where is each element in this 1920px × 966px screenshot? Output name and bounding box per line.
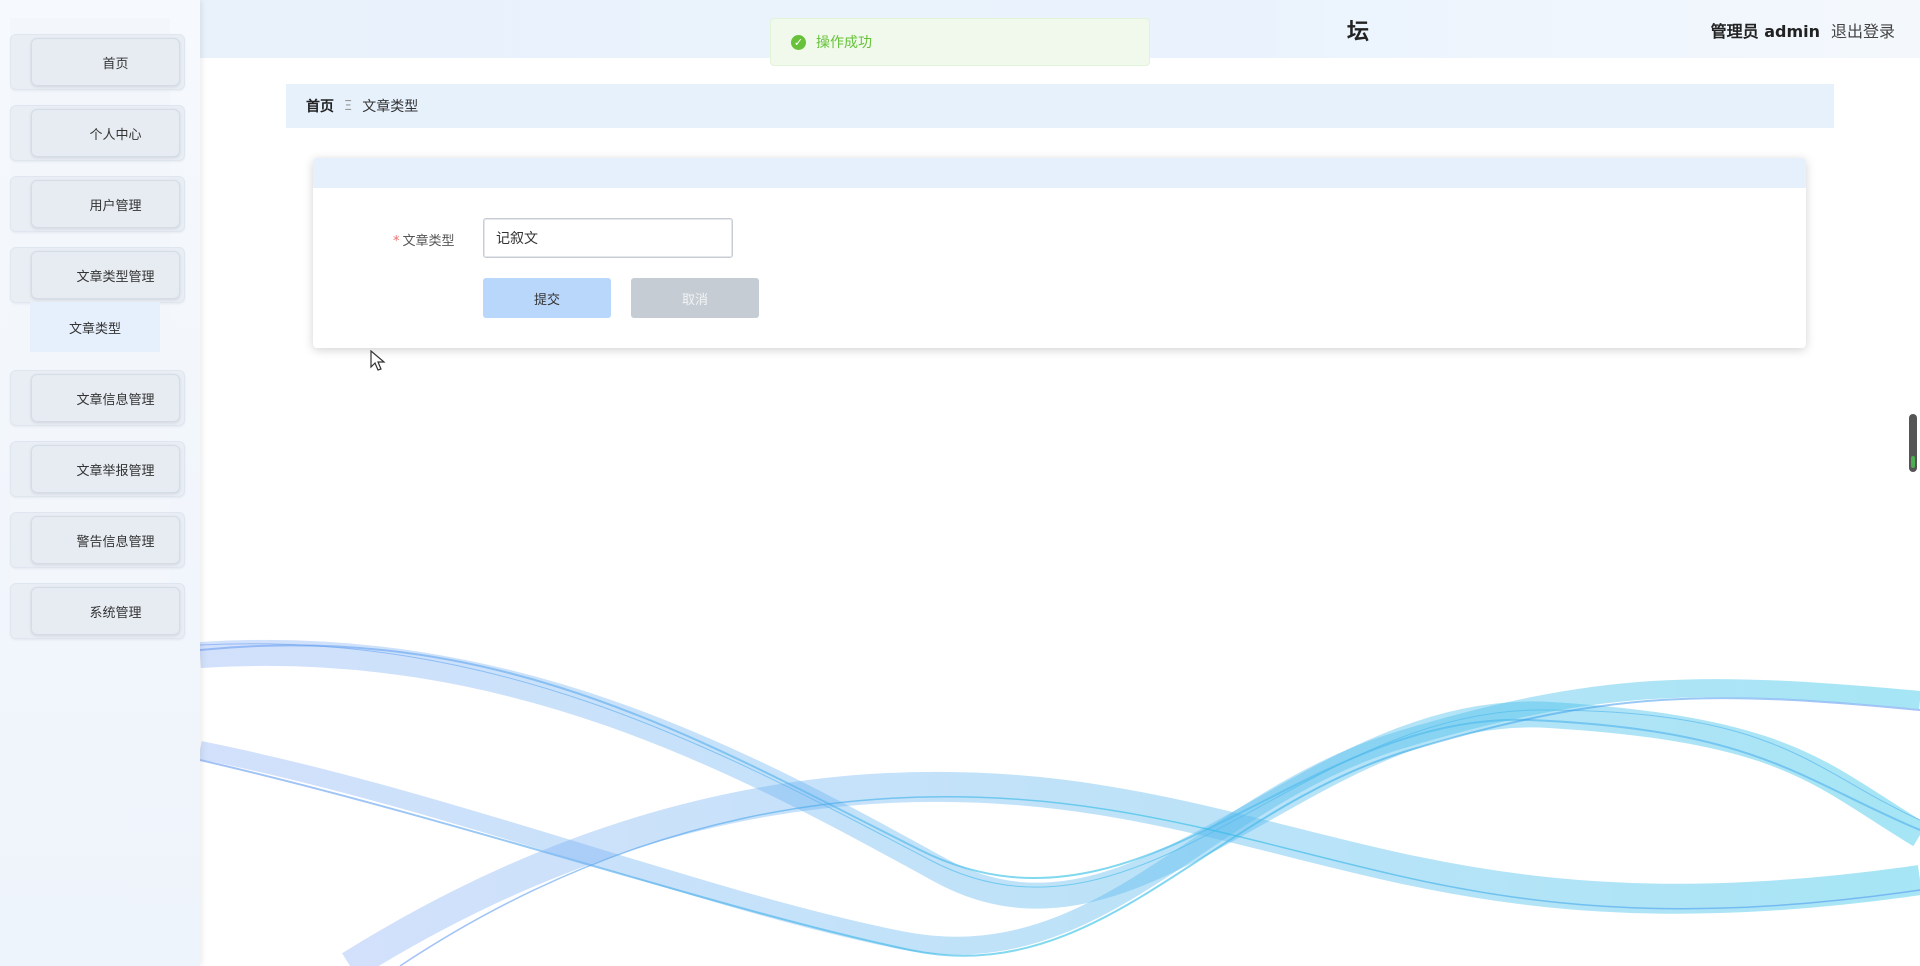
sidebar-item-user-management[interactable]: 用户管理	[10, 176, 185, 232]
mouse-pointer-icon	[370, 350, 386, 371]
sidebar-item-label: 警告信息管理	[76, 534, 155, 550]
sidebar-subitem-article-type[interactable]: 文章类型	[30, 302, 160, 352]
breadcrumb: 首页 Ξ 文章类型	[286, 84, 1834, 128]
scrollbar-thumb[interactable]	[1909, 414, 1917, 472]
submit-button[interactable]: 提交	[483, 278, 611, 318]
sidebar-item-label: 文章举报管理	[76, 463, 155, 479]
sidebar-item-warning-info-management[interactable]: 警告信息管理	[10, 512, 185, 568]
article-type-input[interactable]	[483, 218, 733, 258]
sidebar-item-article-type-management[interactable]: 文章类型管理	[10, 247, 185, 303]
background-waves	[200, 639, 1920, 966]
check-circle-icon: ✓	[791, 34, 806, 50]
required-mark: *	[393, 234, 400, 249]
breadcrumb-home[interactable]: 首页	[306, 96, 334, 116]
sidebar-item-label: 首页	[102, 56, 129, 72]
article-type-form-card: *文章类型 提交 取消	[313, 158, 1806, 348]
field-label-text: 文章类型	[402, 234, 455, 249]
site-title: 坛	[1347, 20, 1370, 45]
article-type-field-label: * 文章类型	[393, 230, 455, 249]
toast-message: 操作成功	[816, 35, 872, 51]
current-user-label: 管理员 admin	[1710, 22, 1820, 41]
card-header	[313, 158, 1806, 188]
sidebar-item-label: 文章信息管理	[76, 392, 155, 408]
sidebar-item-label: 系统管理	[89, 605, 142, 621]
sidebar-item-article-report-management[interactable]: 文章举报管理	[10, 441, 185, 497]
logout-link[interactable]: 退出登录	[1831, 18, 1895, 42]
sidebar-item-label: 文章类型管理	[76, 269, 155, 285]
success-toast: ✓ 操作成功	[770, 18, 1150, 66]
breadcrumb-separator-icon: Ξ	[344, 98, 353, 114]
sidebar-item-label: 个人中心	[89, 127, 142, 143]
breadcrumb-current: 文章类型	[362, 99, 419, 115]
cancel-button[interactable]: 取消	[631, 278, 759, 318]
sidebar-item-personal-center[interactable]: 个人中心	[10, 105, 185, 161]
sidebar-item-system-management[interactable]: 系统管理	[10, 583, 185, 639]
sidebar-item-article-info-management[interactable]: 文章信息管理	[10, 370, 185, 426]
sidebar-item-home[interactable]: 首页	[10, 34, 185, 90]
sidebar-item-label: 用户管理	[89, 198, 142, 214]
sidebar: 首页 个人中心 用户管理 文章类型管理 文章类型 文章信息管理 文章举报管理 警…	[0, 0, 200, 966]
